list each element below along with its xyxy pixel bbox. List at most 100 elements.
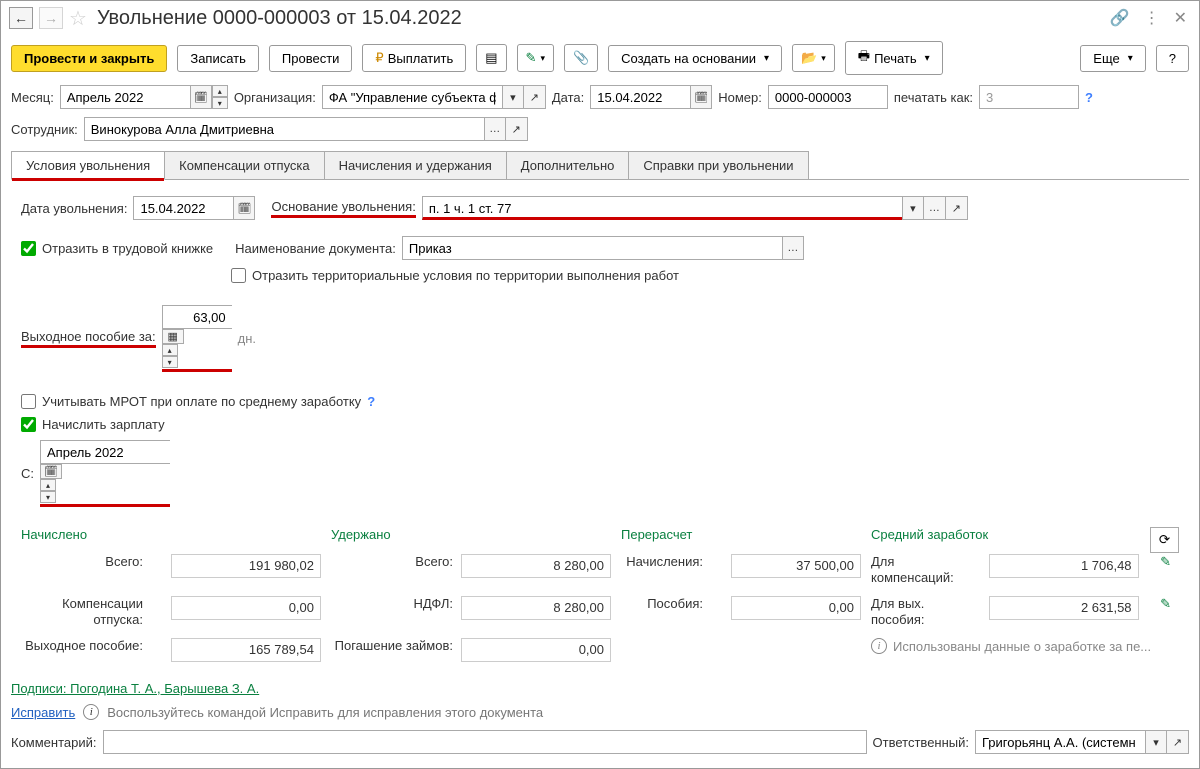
date-calendar-icon[interactable]: 🗓 xyxy=(690,85,712,109)
tab-dismissal-conditions[interactable]: Условия увольнения xyxy=(11,151,165,180)
withheld-total: 8 280,00 xyxy=(461,554,611,578)
print-as-label: печатать как: xyxy=(894,90,973,105)
tab-additional[interactable]: Дополнительно xyxy=(506,151,630,179)
reason-select-icon[interactable]: … xyxy=(924,196,946,220)
nav-back-button[interactable]: ← xyxy=(9,7,33,29)
withheld-title: Удержано xyxy=(331,527,611,542)
employee-open-icon[interactable]: ↗ xyxy=(506,117,528,141)
territorial-checkbox[interactable]: Отразить территориальные условия по терр… xyxy=(231,268,679,283)
date-label: Дата: xyxy=(552,90,584,105)
responsible-open-icon[interactable]: ↗ xyxy=(1167,730,1189,754)
docname-select-icon[interactable]: … xyxy=(782,236,804,260)
accrued-severance: 165 789,54 xyxy=(171,638,321,662)
org-dropdown-icon[interactable]: ▾ xyxy=(502,85,524,109)
accrued-total: 191 980,02 xyxy=(171,554,321,578)
print-as-help-icon[interactable]: ? xyxy=(1085,90,1093,105)
withheld-loans: 0,00 xyxy=(461,638,611,662)
fix-info-icon: i xyxy=(83,704,99,720)
print-button[interactable]: 🖶 Печать xyxy=(845,41,943,75)
recalc-title: Перерасчет xyxy=(621,527,861,542)
dismissal-date-calendar-icon[interactable]: 🗓 xyxy=(233,196,255,220)
signatures-link[interactable]: Подписи: Погодина Т. А., Барышева З. А. xyxy=(11,681,259,696)
employee-select-icon[interactable]: … xyxy=(484,117,506,141)
favorite-star-icon[interactable]: ☆ xyxy=(69,6,87,31)
severance-down-icon[interactable]: ▾ xyxy=(162,356,178,368)
accrued-vacation-comp: 0,00 xyxy=(171,596,321,620)
from-up-icon[interactable]: ▴ xyxy=(40,479,56,491)
tab-certificates[interactable]: Справки при увольнении xyxy=(628,151,808,179)
avg-for-sev: 2 631,58 xyxy=(989,596,1139,620)
date-input[interactable] xyxy=(590,85,690,109)
comment-label: Комментарий: xyxy=(11,735,97,750)
mrot-checkbox[interactable]: Учитывать МРОТ при оплате по среднему за… xyxy=(21,394,361,409)
number-input[interactable] xyxy=(768,85,888,109)
link-icon[interactable]: 🔗 xyxy=(1106,8,1134,28)
dismissal-date-label: Дата увольнения: xyxy=(21,201,127,216)
reason-label: Основание увольнения: xyxy=(271,199,415,218)
avg-title: Средний заработок xyxy=(871,527,1171,542)
comment-input[interactable] xyxy=(103,730,867,754)
docname-label: Наименование документа: xyxy=(235,241,396,256)
accrued-title: Начислено xyxy=(21,527,321,542)
org-input[interactable] xyxy=(322,85,502,109)
responsible-label: Ответственный: xyxy=(873,735,969,750)
number-label: Номер: xyxy=(718,90,762,105)
workbook-checkbox[interactable]: Отразить в трудовой книжке xyxy=(21,241,213,256)
window-title: Увольнение 0000-000003 от 15.04.2022 xyxy=(93,7,1100,30)
org-label: Организация: xyxy=(234,90,316,105)
tab-accruals-deductions[interactable]: Начисления и удержания xyxy=(324,151,507,179)
recalc-benefits: 0,00 xyxy=(731,596,861,620)
recalc-accruals: 37 500,00 xyxy=(731,554,861,578)
nav-forward-button[interactable]: → xyxy=(39,7,63,29)
severance-calc-icon[interactable]: ▦ xyxy=(162,329,184,344)
avg-sev-edit-icon[interactable]: ✎ xyxy=(1160,596,1171,612)
save-button[interactable]: Записать xyxy=(177,45,259,72)
fix-note: Воспользуйтесь командой Исправить для ис… xyxy=(107,705,543,720)
severance-unit: дн. xyxy=(238,331,256,346)
from-input[interactable] xyxy=(40,440,170,464)
withheld-ndfl: 8 280,00 xyxy=(461,596,611,620)
print-as-input[interactable] xyxy=(979,85,1079,109)
reason-dropdown-icon[interactable]: ▾ xyxy=(902,196,924,220)
month-up-icon[interactable]: ▴ xyxy=(212,85,228,97)
from-calendar-icon[interactable]: 🗓 xyxy=(40,464,62,479)
info-icon: i xyxy=(871,638,887,654)
tab-vacation-compensation[interactable]: Компенсации отпуска xyxy=(164,151,325,179)
employee-label: Сотрудник: xyxy=(11,122,78,137)
responsible-dropdown-icon[interactable]: ▾ xyxy=(1145,730,1167,754)
avg-for-comp: 1 706,48 xyxy=(989,554,1139,578)
month-label: Месяц: xyxy=(11,90,54,105)
create-based-on-button[interactable]: Создать на основании xyxy=(608,45,782,72)
accrue-salary-checkbox[interactable]: Начислить зарплату xyxy=(21,417,165,432)
org-open-icon[interactable]: ↗ xyxy=(524,85,546,109)
close-icon[interactable]: ✕ xyxy=(1170,8,1191,28)
list-icon-button[interactable]: ▤ xyxy=(476,44,506,72)
avg-comp-edit-icon[interactable]: ✎ xyxy=(1160,554,1171,570)
post-and-close-button[interactable]: Провести и закрыть xyxy=(11,45,167,72)
severance-input[interactable] xyxy=(162,305,232,329)
docname-input[interactable] xyxy=(402,236,782,260)
attachment-icon-button[interactable]: 📎 xyxy=(564,44,598,72)
from-down-icon[interactable]: ▾ xyxy=(40,491,56,503)
help-button[interactable]: ? xyxy=(1156,45,1189,72)
post-button[interactable]: Провести xyxy=(269,45,353,72)
from-label: С: xyxy=(21,466,34,481)
pay-button[interactable]: ₽Выплатить xyxy=(362,44,466,72)
reason-open-icon[interactable]: ↗ xyxy=(946,196,968,220)
month-input[interactable] xyxy=(60,85,190,109)
dismissal-date-input[interactable] xyxy=(133,196,233,220)
month-down-icon[interactable]: ▾ xyxy=(212,97,228,109)
more-button[interactable]: Еще xyxy=(1080,45,1145,72)
folder-icon-button[interactable]: 📂▾ xyxy=(792,44,835,72)
refresh-button[interactable]: ⟳ xyxy=(1150,527,1179,553)
reason-input[interactable] xyxy=(422,196,902,220)
month-calendar-icon[interactable]: 🗓 xyxy=(190,85,212,109)
kebab-menu-icon[interactable]: ⋮ xyxy=(1140,8,1164,28)
employee-input[interactable] xyxy=(84,117,484,141)
fix-link[interactable]: Исправить xyxy=(11,705,75,720)
edit-icon-button[interactable]: ✎▾ xyxy=(517,44,554,72)
severance-up-icon[interactable]: ▴ xyxy=(162,344,178,356)
responsible-input[interactable] xyxy=(975,730,1145,754)
mrot-help-icon[interactable]: ? xyxy=(367,394,375,409)
severance-label: Выходное пособие за: xyxy=(21,329,156,344)
